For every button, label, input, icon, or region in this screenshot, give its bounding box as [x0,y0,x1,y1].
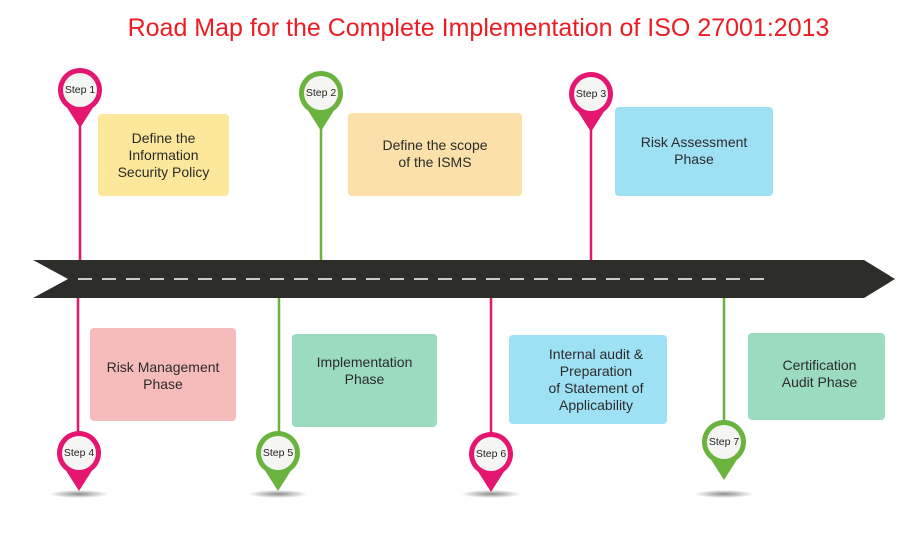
step-7-shadow [694,490,754,498]
step-4-label: Step 4 [63,447,95,459]
step-2-label: Step 2 [305,87,337,99]
step-3-label: Step 3 [575,88,607,100]
step-6-label: Step 6 [475,448,507,460]
step-1-label: Step 1 [64,84,96,96]
step-7-box: Certification Audit Phase [748,333,885,420]
step-5-box: Implementation Phase [292,334,437,427]
step-5-text: Implementation Phase [316,354,413,387]
step-5-label: Step 5 [262,447,294,459]
step-7-label: Step 7 [708,436,740,448]
step-4-text: Risk Management Phase [106,359,220,392]
step-3-text: Risk Assessment Phase [640,134,748,167]
step-7-text: Certification Audit Phase [781,357,858,390]
step-6-text: Internal audit & Preparation of Statemen… [548,346,644,413]
step-6-box: Internal audit & Preparation of Statemen… [509,335,667,424]
step-2-text: Define the scope of the ISMS [382,137,488,170]
roadmap-canvas [33,67,895,498]
step-1-text: Define the Information Security Policy [117,130,210,180]
step-2-box: Define the scope of the ISMS [348,113,522,196]
step-4-shadow [49,490,109,498]
step-4-box: Risk Management Phase [90,328,236,421]
step-1-box: Define the Information Security Policy [98,114,229,196]
step-3-box: Risk Assessment Phase [615,107,773,196]
step-5-shadow [248,490,308,498]
